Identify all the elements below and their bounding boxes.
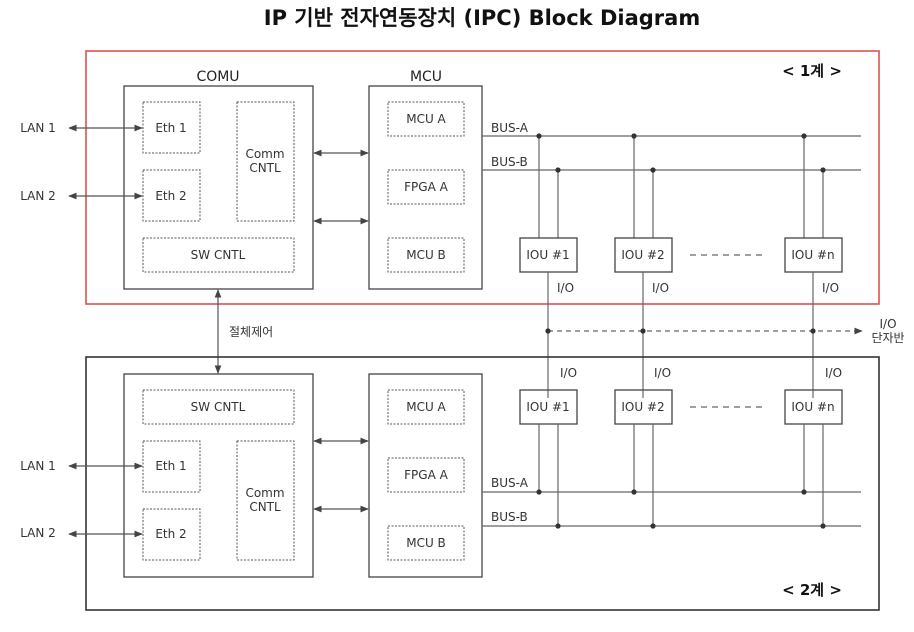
io-node-2: [640, 328, 646, 334]
sw-cntl-1-label: SW CNTL: [191, 248, 246, 262]
iou-1-drops: [536, 133, 826, 238]
sw-cntl-2-label: SW CNTL: [191, 400, 246, 414]
io-terminal-label-line1: I/O: [879, 317, 896, 331]
io-1-2-label: I/O: [652, 281, 669, 295]
mcu-a-1-label: MCU A: [406, 112, 446, 126]
comm-cntl-2-label-line2: CNTL: [249, 500, 281, 514]
io-2-n-label: I/O: [825, 366, 842, 380]
mcu-b-2-label: MCU B: [406, 536, 446, 550]
switch-control-label: 절체제어: [229, 325, 273, 339]
io-1-n-label: I/O: [822, 281, 839, 295]
mcu-a-2-label: MCU A: [406, 400, 446, 414]
comu-header: COMU: [196, 69, 239, 85]
lan2-2-label: LAN 2: [20, 526, 56, 540]
bus-b-1-label: BUS-B: [491, 155, 528, 169]
lan1-2-label: LAN 1: [20, 459, 56, 473]
lan1-1-label: LAN 1: [20, 121, 56, 135]
comm-cntl-1-label-line1: Comm: [245, 147, 284, 161]
comm-cntl-1-label-line2: CNTL: [249, 161, 281, 175]
bus-b-2-label: BUS-B: [491, 510, 528, 524]
eth1-1-label: Eth 1: [155, 121, 186, 135]
io-terminal-label-line2: 단자반: [871, 331, 904, 345]
iou-1-2-label: IOU #2: [621, 248, 664, 262]
fpga-a-2-label: FPGA A: [404, 468, 448, 482]
fpga-a-1-label: FPGA A: [404, 180, 448, 194]
io-node-1: [545, 328, 551, 334]
io-2-1-label: I/O: [560, 366, 577, 380]
iou-2-2-label: IOU #2: [621, 400, 664, 414]
iou-2-drops: [536, 424, 826, 529]
comm-cntl-2-label-line1: Comm: [245, 486, 284, 500]
eth2-1-label: Eth 2: [155, 189, 186, 203]
iou-1-n-label: IOU #n: [791, 248, 834, 262]
system-2-label: < 2계 >: [782, 581, 842, 599]
iou-2-1-label: IOU #1: [526, 400, 569, 414]
iou-1-1-label: IOU #1: [526, 248, 569, 262]
io-1-1-label: I/O: [557, 281, 574, 295]
io-vertical-lines: [547, 272, 814, 398]
bus-a-2-label: BUS-A: [491, 476, 529, 490]
eth2-2-label: Eth 2: [155, 527, 186, 541]
eth1-2-label: Eth 1: [155, 459, 186, 473]
bus-a-1-label: BUS-A: [491, 121, 529, 135]
lan2-1-label: LAN 2: [20, 189, 56, 203]
io-2-2-label: I/O: [654, 366, 671, 380]
mcu-header: MCU: [410, 69, 442, 85]
io-node-n: [810, 328, 816, 334]
mcu-b-1-label: MCU B: [406, 248, 446, 262]
iou-2-n-label: IOU #n: [791, 400, 834, 414]
system-1-label: < 1계 >: [782, 62, 842, 80]
diagram-title: IP 기반 전자연동장치 (IPC) Block Diagram: [264, 6, 700, 30]
ipc-block-diagram: IP 기반 전자연동장치 (IPC) Block Diagram < 1계 > …: [20, 6, 905, 611]
